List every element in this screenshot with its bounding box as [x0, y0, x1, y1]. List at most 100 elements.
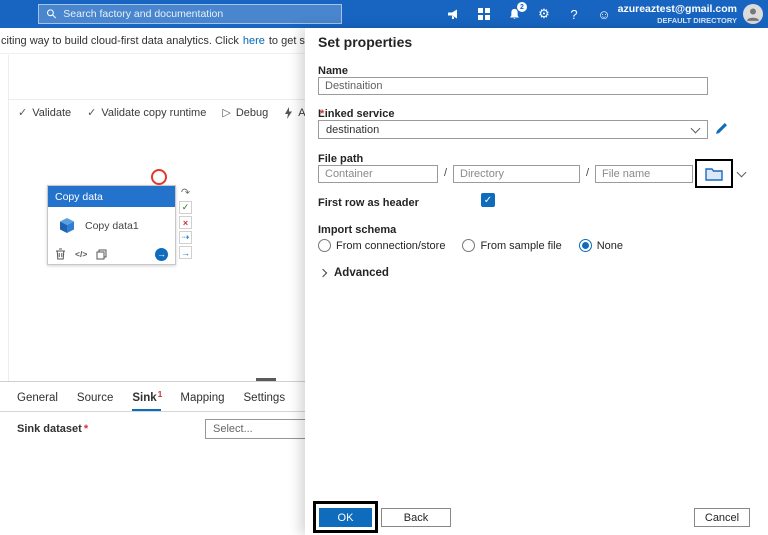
notifications-bell-icon[interactable]: 2: [506, 2, 527, 22]
tab-source-label: Source: [76, 391, 114, 404]
redo-arrow-icon[interactable]: ↷: [179, 186, 192, 199]
feedback-icon[interactable]: ☺: [596, 6, 612, 22]
activity-config-tabs: General Source Sink 1 Mapping Settings U…: [0, 384, 305, 412]
top-bar: 2 ⚙ ? ☺ azureaztest@gmail.com DEFAULT DI…: [0, 0, 768, 28]
notification-badge: 2: [517, 2, 527, 12]
advanced-label: Advanced: [334, 267, 389, 279]
edit-linked-service-icon[interactable]: [715, 121, 731, 137]
validate-button[interactable]: ✓ Validate: [18, 106, 72, 120]
chevron-right-icon: [318, 268, 328, 278]
path-separator: /: [444, 167, 448, 179]
copy-data-activity[interactable]: Copy data Copy data1 </> →: [47, 185, 176, 265]
radio-from-connection-store[interactable]: From connection/store: [318, 239, 445, 252]
container-input[interactable]: [318, 165, 438, 183]
search-input[interactable]: [63, 8, 334, 20]
cancel-button[interactable]: Cancel: [694, 508, 750, 527]
chevron-down-icon[interactable]: [736, 167, 747, 178]
tab-source[interactable]: Source: [77, 384, 113, 411]
tab-settings-label: Settings: [243, 391, 286, 404]
search-icon: [47, 9, 57, 19]
code-view-icon[interactable]: </>: [75, 249, 87, 259]
panel-title: Set properties: [318, 34, 413, 50]
check-icon: ✓: [18, 107, 28, 119]
copy-activity-icon: [60, 217, 74, 233]
global-search[interactable]: [38, 4, 342, 24]
sink-dataset-label: Sink dataset *: [17, 423, 88, 435]
pipeline-toolbar: ✓ Validate ✓ Validate copy runtime ▷ Deb…: [9, 99, 305, 125]
apps-grid-icon[interactable]: [476, 6, 492, 22]
first-row-header-checkbox[interactable]: ✓: [481, 193, 495, 207]
validate-copy-runtime-label: Validate copy runtime: [101, 106, 207, 119]
linked-service-value: destination: [326, 123, 380, 136]
tab-mapping[interactable]: Mapping: [180, 384, 224, 411]
tab-sink-label: Sink: [132, 391, 157, 404]
validate-copy-runtime-button[interactable]: ✓ Validate copy runtime: [87, 106, 207, 120]
banner-text-before: citing way to build cloud-first data ana…: [1, 34, 239, 47]
debug-label: Debug: [235, 106, 269, 119]
tab-general-label: General: [17, 391, 58, 404]
required-asterisk: *: [83, 423, 89, 435]
file-path-label: File path: [318, 153, 364, 165]
activity-type-label: Copy data: [55, 190, 103, 203]
name-input[interactable]: [318, 77, 708, 95]
validate-label: Validate: [32, 106, 72, 119]
failure-connector-icon[interactable]: ×: [179, 216, 192, 229]
linked-service-label-text: Linked service: [318, 108, 395, 120]
activity-body[interactable]: Copy data1: [48, 207, 175, 244]
sink-dataset-label-text: Sink dataset: [17, 423, 82, 435]
clone-activity-icon[interactable]: [96, 249, 107, 260]
tab-sink-error-badge: 1: [157, 388, 163, 399]
chevron-down-icon: [690, 123, 701, 134]
back-button[interactable]: Back: [381, 508, 451, 527]
radio-icon: [318, 239, 331, 252]
radio-from-sample-file[interactable]: From sample file: [462, 239, 562, 252]
import-schema-options: From connection/store From sample file N…: [318, 239, 623, 252]
add-trigger-button[interactable]: Add tri: [284, 106, 305, 119]
advanced-expander[interactable]: Advanced: [318, 267, 389, 279]
account-email: azureaztest@gmail.com: [617, 3, 737, 15]
check-icon: ✓: [87, 107, 97, 119]
radio-from-connection-store-label: From connection/store: [336, 239, 446, 252]
activity-next-arrow[interactable]: →: [155, 247, 168, 261]
path-separator: /: [586, 167, 590, 179]
file-name-input[interactable]: [595, 165, 693, 183]
debug-button[interactable]: ▷ Debug: [222, 106, 269, 120]
browse-folder-button[interactable]: [695, 159, 733, 188]
skip-connector-icon[interactable]: ⇢: [179, 231, 192, 244]
success-connector-icon[interactable]: ✓: [179, 201, 192, 214]
annotation-red-circle: [151, 169, 167, 185]
tab-mapping-label: Mapping: [180, 391, 225, 404]
linked-service-dropdown[interactable]: destination: [318, 120, 708, 139]
tab-sink[interactable]: Sink 1: [132, 384, 163, 411]
directory-input[interactable]: [453, 165, 580, 183]
tab-general[interactable]: General: [17, 384, 58, 411]
account-info[interactable]: azureaztest@gmail.com DEFAULT DIRECTORY: [618, 3, 737, 25]
radio-checked-icon: [578, 239, 592, 252]
folder-icon: [705, 167, 723, 181]
activity-header: Copy data: [48, 186, 175, 207]
tab-settings[interactable]: Settings: [244, 384, 286, 411]
radio-none-label: None: [596, 239, 624, 252]
banner-here-link[interactable]: here: [243, 35, 265, 47]
set-properties-panel: Set properties Name Linked service* dest…: [305, 28, 768, 535]
ok-button[interactable]: OK: [319, 508, 372, 527]
avatar[interactable]: [743, 4, 763, 24]
delete-activity-icon[interactable]: [55, 248, 66, 260]
megaphone-icon[interactable]: [446, 6, 462, 22]
lightning-icon: [285, 106, 293, 119]
play-icon: ▷: [222, 107, 231, 119]
import-schema-label: Import schema: [318, 224, 397, 236]
account-directory: DEFAULT DIRECTORY: [657, 15, 737, 25]
activity-footer: </> →: [48, 244, 175, 264]
help-icon[interactable]: ?: [566, 6, 582, 22]
name-label: Name: [318, 65, 348, 77]
radio-icon: [462, 239, 476, 252]
completion-connector-icon[interactable]: →: [179, 246, 192, 259]
topbar-icon-group: 2 ⚙ ? ☺: [446, 0, 612, 28]
radio-none[interactable]: None: [578, 239, 624, 252]
gear-icon[interactable]: ⚙: [536, 6, 552, 22]
add-trigger-label: Add tri: [298, 106, 305, 119]
radio-from-sample-file-label: From sample file: [480, 239, 562, 252]
sink-dataset-value: Select...: [213, 423, 253, 435]
activity-connectors: ↷ ✓ × ⇢ →: [179, 186, 192, 259]
